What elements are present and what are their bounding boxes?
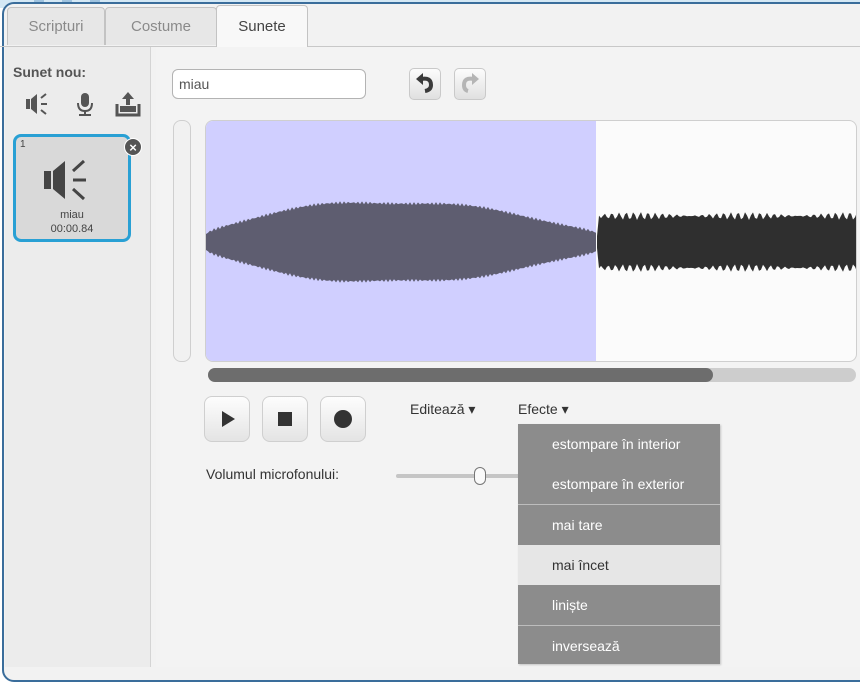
waveform-view[interactable] (205, 120, 857, 362)
sound-name-input[interactable] (172, 69, 366, 99)
edit-menu-button[interactable]: Editează ▾ (410, 401, 475, 418)
scrollbar-thumb[interactable] (208, 368, 714, 382)
tab-costumes[interactable]: Costume (105, 7, 217, 45)
upload-icon[interactable] (114, 90, 142, 118)
tab-sounds[interactable]: Sunete (216, 5, 308, 47)
menu-item-fade-out[interactable]: estompare în exterior (518, 464, 720, 504)
sound-name: miau (60, 209, 84, 221)
menu-item-softer[interactable]: mai încet (518, 545, 720, 585)
slider-track (396, 474, 520, 478)
microphone-icon[interactable] (71, 90, 99, 118)
record-icon (334, 410, 352, 428)
sound-item[interactable]: 1 miau 00:00.84 (13, 134, 131, 242)
sound-number: 1 (20, 139, 26, 150)
tab-label: Scripturi (28, 18, 84, 35)
undo-icon (416, 73, 434, 93)
mic-volume-label: Volumul microfonului: (206, 466, 340, 482)
speaker-library-icon[interactable] (24, 90, 52, 118)
sound-duration: 00:00.84 (50, 223, 94, 235)
menu-item-louder[interactable]: mai tare (518, 505, 720, 545)
stop-button[interactable] (262, 396, 308, 442)
waveform-unselected-segment (597, 212, 856, 272)
delete-sound-icon[interactable]: × (124, 138, 142, 156)
redo-button[interactable] (454, 68, 486, 100)
mic-volume-slider[interactable] (396, 467, 520, 485)
menu-item-reverse[interactable]: inversează (518, 626, 720, 664)
menu-item-silence[interactable]: liniște (518, 585, 720, 625)
horizontal-scrollbar[interactable] (208, 368, 856, 382)
menu-item-fade-in[interactable]: estompare în interior (518, 424, 720, 464)
waveform (206, 201, 856, 283)
vertical-zoom-scrollbar[interactable] (173, 120, 191, 362)
effects-dropdown: estompare în interior estompare în exter… (518, 424, 720, 664)
speaker-icon (44, 159, 86, 201)
tab-scripts[interactable]: Scripturi (7, 7, 105, 45)
effects-menu-button[interactable]: Efecte ▾ (518, 401, 569, 418)
new-sound-label: Sunet nou: (13, 64, 87, 80)
tab-label: Sunete (238, 18, 286, 35)
play-icon (222, 411, 235, 427)
slider-thumb[interactable] (474, 467, 487, 485)
play-button[interactable] (204, 396, 250, 442)
waveform-selected-segment (206, 201, 596, 283)
tab-label: Costume (130, 18, 192, 35)
redo-icon (461, 73, 479, 93)
stop-icon (278, 412, 292, 426)
record-button[interactable] (320, 396, 366, 442)
undo-button[interactable] (409, 68, 441, 100)
